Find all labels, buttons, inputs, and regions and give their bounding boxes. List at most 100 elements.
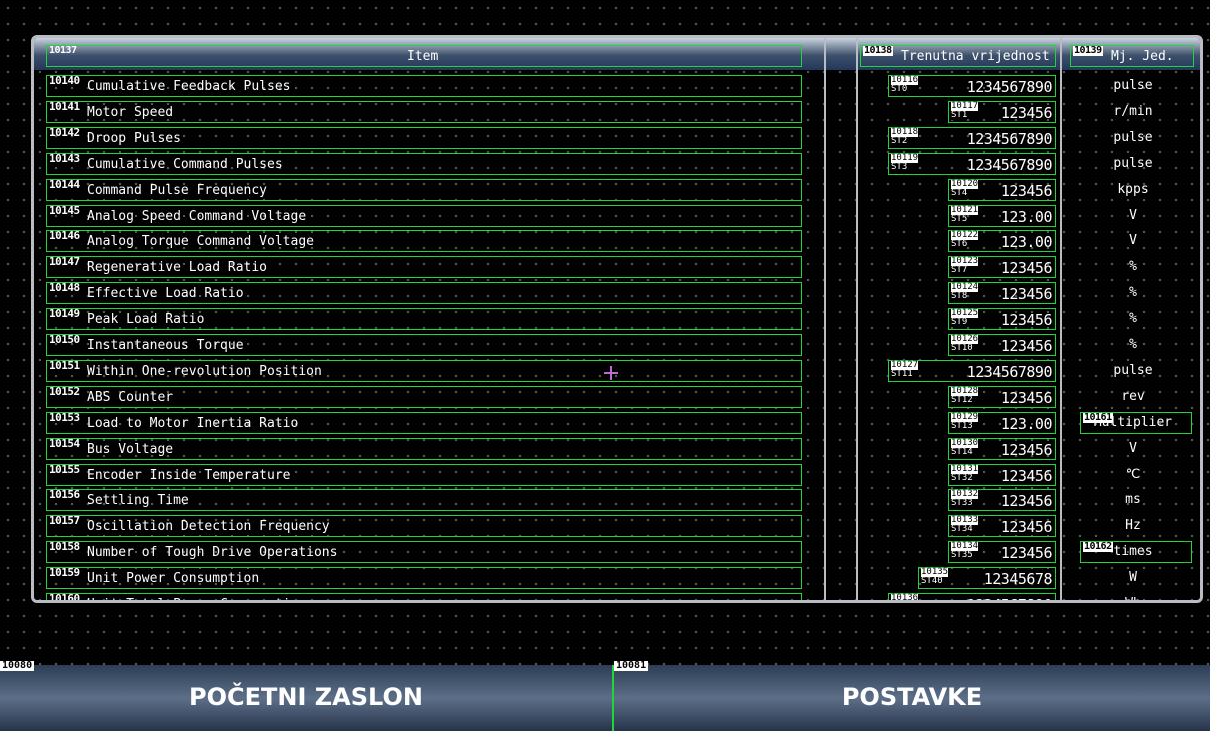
row-value: 10132 ST33 123456 [860, 489, 1056, 512]
row-tag: 10154 [49, 436, 80, 450]
header-value-tag: 10138 [863, 45, 893, 56]
row-value: 10119 ST3 1234567890 [860, 152, 1056, 175]
home-button-id: 10080 [0, 660, 35, 671]
row-tag: 10144 [49, 177, 80, 191]
header-unit-tag: 10139 [1073, 45, 1103, 56]
value-text: 123.00 [1000, 233, 1053, 252]
value-text: 123456 [1000, 337, 1053, 355]
value-box: 10133 ST34 123456 [948, 515, 1056, 538]
row-unit: kpps [1117, 181, 1149, 197]
settings-button[interactable]: 10081 POSTAVKE [614, 661, 1210, 731]
row-label: Command Pulse Frequency [87, 182, 268, 198]
row-unit: pulse [1113, 155, 1153, 171]
value-text: 123456 [1000, 311, 1053, 330]
home-button-label: POČETNI ZASLON [189, 683, 423, 711]
settings-button-id: 10081 [614, 660, 649, 671]
value-box: 10127 ST11 1234567890 [888, 359, 1056, 382]
row-value: 10129 ST13 123.00 [860, 411, 1056, 434]
row-value: 10135 ST40 12345678 [860, 567, 1056, 590]
table-row: 10147 Regenerative Load Ratio [46, 255, 802, 279]
row-label: Unit Power Consumption [87, 571, 260, 587]
row-label: Oscillation Detection Frequency [87, 519, 330, 535]
row-unit: W [1129, 570, 1137, 586]
row-unit: % [1129, 259, 1137, 275]
value-text: 123.00 [1000, 207, 1053, 226]
row-value: 10121 ST5 123.00 [860, 204, 1056, 227]
value-box: 10131 ST32 123456 [948, 463, 1056, 486]
row-unit: pulse [1113, 78, 1153, 93]
value-text: 123456 [1000, 492, 1053, 511]
row-value: 10122 ST6 123.00 [860, 230, 1056, 253]
value-text: 1234567890 [966, 129, 1053, 148]
value-station: ST4 [951, 187, 968, 198]
row-value: 10118 ST2 1234567890 [860, 126, 1056, 149]
value-station: ST3 [891, 161, 908, 172]
row-label: Instantaneous Torque [87, 338, 244, 353]
row-tag: 10147 [49, 255, 80, 269]
value-box: 10125 ST9 123456 [948, 308, 1056, 331]
table-row: 10150 Instantaneous Torque [46, 334, 802, 356]
row-label: Number of Tough Drive Operations [87, 545, 338, 561]
row-tag: 10156 [49, 488, 80, 502]
row-label: Regenerative Load Ratio [87, 260, 268, 276]
table-row: 10148 Effective Load Ratio [46, 282, 802, 305]
times-unit-box: 10162 [1080, 541, 1192, 564]
row-tag: 10160 [49, 592, 80, 603]
value-text: 123456 [1000, 544, 1053, 563]
row-value: 10123 ST7 123456 [860, 256, 1056, 279]
row-tag: 10151 [49, 358, 80, 372]
table-row: 10159 Unit Power Consumption [46, 567, 802, 590]
value-text: 123456 [1000, 388, 1053, 407]
header-unit-label: Mj. Jed. [1111, 49, 1174, 64]
row-label: Peak Load Ratio [87, 312, 205, 328]
table-row: 10158 Number of Tough Drive Operations [46, 541, 802, 564]
row-unit: % [1129, 337, 1137, 352]
header-item: 10137 Item [46, 45, 802, 67]
row-value: 10117 ST1 123456 [860, 100, 1056, 123]
crosshair-cursor [604, 366, 618, 380]
row-value: 10120 ST4 123456 [860, 178, 1056, 201]
row-tag: 10157 [49, 514, 80, 528]
table-row: 10144 Command Pulse Frequency [46, 177, 802, 201]
row-value: 10128 ST12 123456 [860, 385, 1056, 408]
value-box: 10128 ST12 123456 [948, 385, 1056, 408]
value-station: ST2 [891, 135, 908, 146]
value-station: ST34 [951, 524, 973, 535]
row-label: Unit Total Power Consumption [87, 597, 306, 600]
row-value: 10131 ST32 123456 [860, 463, 1056, 486]
value-box: 10121 ST5 123.00 [948, 204, 1056, 227]
value-station: ST0 [891, 84, 908, 94]
row-unit: V [1129, 233, 1137, 249]
row-unit: pulse [1113, 129, 1153, 145]
value-station: ST14 [951, 446, 973, 457]
row-tag: 10153 [49, 410, 80, 424]
value-station: ST40 [921, 576, 943, 587]
row-label: Encoder Inside Temperature [87, 467, 291, 483]
value-text: 123456 [1000, 285, 1053, 304]
value-station: ST8 [951, 291, 968, 302]
row-value: 10116 ST0 1234567890 [860, 75, 1056, 97]
value-text: 123456 [1000, 103, 1053, 122]
value-tag: 10136 [891, 593, 919, 603]
value-box: 10120 ST4 123456 [948, 178, 1056, 201]
row-label: Bus Voltage [87, 441, 174, 457]
row-tag: 10140 [49, 74, 80, 87]
table-row: 10145 Analog Speed Command Voltage [46, 204, 802, 227]
value-station: ST1 [951, 109, 968, 120]
home-screen-button[interactable]: 10080 POČETNI ZASLON [0, 661, 612, 731]
value-box: 10122 ST6 123.00 [948, 230, 1056, 253]
row-label: Droop Pulses [87, 130, 181, 146]
value-station: ST5 [951, 213, 968, 224]
monitor-table-panel: 10137 Item 10138 Trenutna vrijednost 101… [31, 35, 1203, 603]
row-unit: Wh [1070, 593, 1196, 600]
column-separator [1060, 38, 1062, 600]
value-box: 10123 ST7 123456 [948, 256, 1056, 279]
row-tag: 10146 [49, 229, 80, 243]
row-unit: ms [1125, 492, 1141, 508]
table-row: 10151 Within One-revolution Position [46, 358, 802, 382]
value-box: 10136ST411234567890 [888, 593, 1056, 603]
table-row: 10149 Peak Load Ratio [46, 308, 802, 331]
table-row: 10140 Cumulative Feedback Pulses [46, 75, 802, 97]
value-station: ST12 [951, 394, 973, 405]
value-text: 1234567890 [966, 78, 1053, 96]
